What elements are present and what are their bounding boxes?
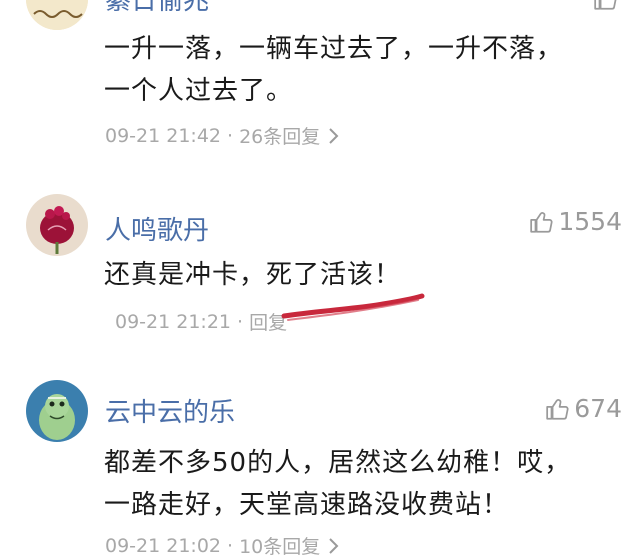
comment-meta: 09-21 21:21 · 回复: [115, 308, 287, 335]
comment-item: 人鸣歌丹 1554 还真是冲卡，死了活该！ 09-21 21:21 · 回复: [0, 160, 640, 360]
avatar-image: [26, 0, 88, 30]
like-count: 674: [574, 394, 622, 423]
comment-text: 都差不多50的人，居然这么幼稚！哎， 一路走好，天堂高速路没收费站！: [104, 442, 624, 526]
comment-text: 一升一落，一辆车过去了，一升不落， 一个人过去了。: [104, 28, 624, 112]
chevron-right-icon[interactable]: [328, 537, 340, 555]
thumbs-up-icon: [594, 0, 617, 10]
comment-username[interactable]: 云中云的乐: [105, 398, 235, 428]
separator-dot: ·: [237, 310, 244, 333]
comment-date: 09-21 21:42: [105, 124, 222, 147]
separator-dot: ·: [227, 534, 234, 557]
comment-text-line: 一路走好，天堂高速路没收费站！: [104, 490, 510, 520]
comment-username[interactable]: 人鸣歌丹: [105, 216, 209, 246]
like-button[interactable]: [593, 0, 622, 12]
avatar[interactable]: [26, 194, 88, 256]
comment-date: 09-21 21:02: [105, 534, 222, 557]
comment-meta: 09-21 21:42 · 26条回复: [105, 122, 340, 149]
thumbs-up-icon: [530, 212, 553, 233]
avatar-image: [26, 380, 88, 442]
comment-username[interactable]: 綦日偷兆: [105, 0, 209, 16]
reply-count-link[interactable]: 10条回复: [239, 532, 320, 559]
thumbs-up-icon: [546, 399, 569, 420]
reply-count-link[interactable]: 26条回复: [239, 122, 320, 149]
avatar[interactable]: [26, 0, 88, 30]
red-underline-annotation: [281, 293, 425, 321]
comment-item: 云中云的乐 674 都差不多50的人，居然这么幼稚！哎， 一路走好，天堂高速路没…: [0, 360, 640, 558]
separator-dot: ·: [227, 124, 234, 147]
comment-item: 綦日偷兆 一升一落，一辆车过去了，一升不落， 一个人过去了。 09-21 21:…: [0, 0, 640, 160]
comment-text-line: 都差不多50的人，居然这么幼稚！哎，: [104, 448, 572, 478]
comment-date: 09-21 21:21: [115, 310, 232, 333]
avatar-image: [26, 194, 88, 256]
like-count: 1554: [558, 207, 622, 236]
like-button[interactable]: 674: [545, 394, 622, 424]
comment-meta: 09-21 21:02 · 10条回复: [105, 532, 340, 559]
comment-text-line: 一升一落，一辆车过去了，一升不落，: [104, 34, 564, 64]
comment-text-line: 一个人过去了。: [104, 76, 294, 106]
avatar[interactable]: [26, 380, 88, 442]
like-button[interactable]: 1554: [529, 207, 622, 237]
chevron-right-icon[interactable]: [328, 127, 340, 145]
